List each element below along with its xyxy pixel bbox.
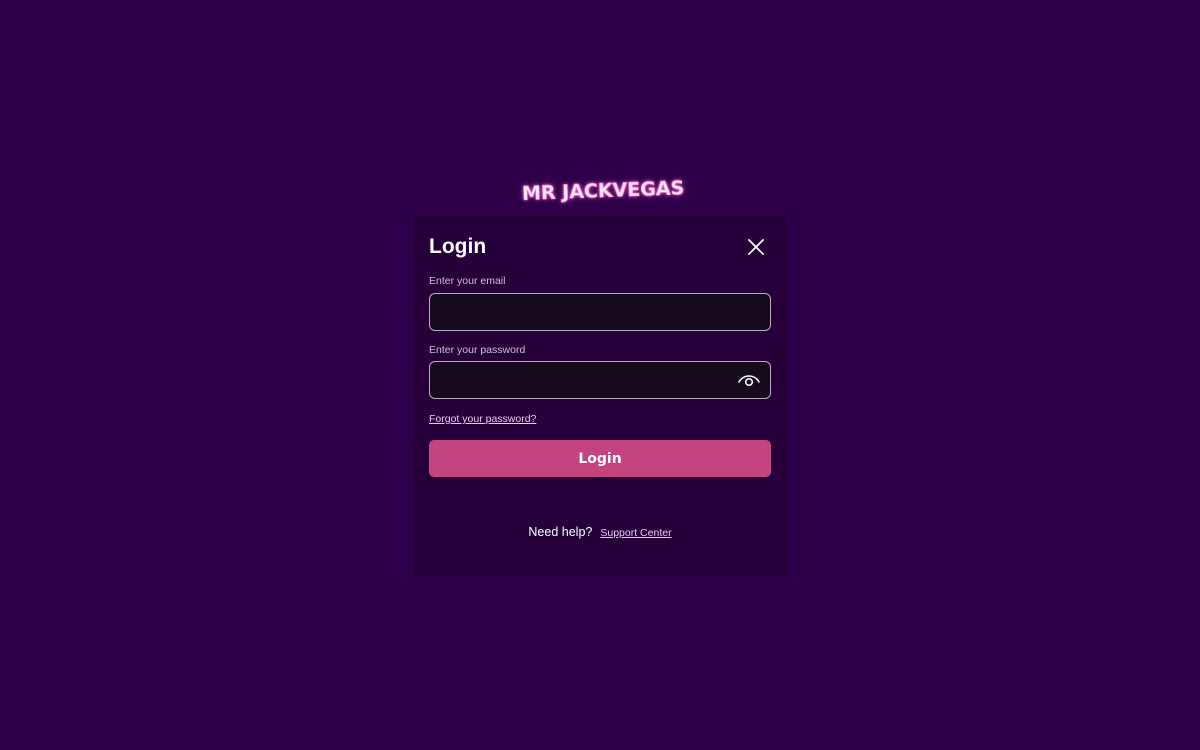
login-modal: Login Enter your email Enter your passwo… bbox=[413, 216, 787, 576]
email-field-box bbox=[429, 293, 771, 331]
email-label: Enter your email bbox=[429, 275, 506, 287]
need-help-text: Need help? bbox=[528, 525, 593, 539]
password-field[interactable] bbox=[430, 362, 770, 398]
eye-icon bbox=[738, 375, 760, 387]
password-field-box bbox=[429, 361, 771, 399]
modal-title: Login bbox=[429, 235, 487, 258]
show-password-button[interactable] bbox=[738, 371, 760, 389]
password-label: Enter your password bbox=[429, 344, 526, 356]
email-field[interactable] bbox=[430, 294, 770, 330]
logo-text: MR JACKVEGAS bbox=[521, 177, 685, 205]
support-center-link[interactable]: Support Center bbox=[600, 527, 671, 539]
login-button[interactable]: Login bbox=[429, 440, 771, 477]
close-icon bbox=[748, 239, 764, 255]
help-row: Need help? Support Center bbox=[413, 525, 787, 539]
login-page: MR JACKVEGAS Login Enter your email Ente… bbox=[0, 0, 1200, 750]
brand-logo[interactable]: MR JACKVEGAS bbox=[519, 176, 685, 206]
forgot-password-link[interactable]: Forgot your password? bbox=[429, 413, 536, 425]
close-button[interactable] bbox=[743, 236, 769, 258]
